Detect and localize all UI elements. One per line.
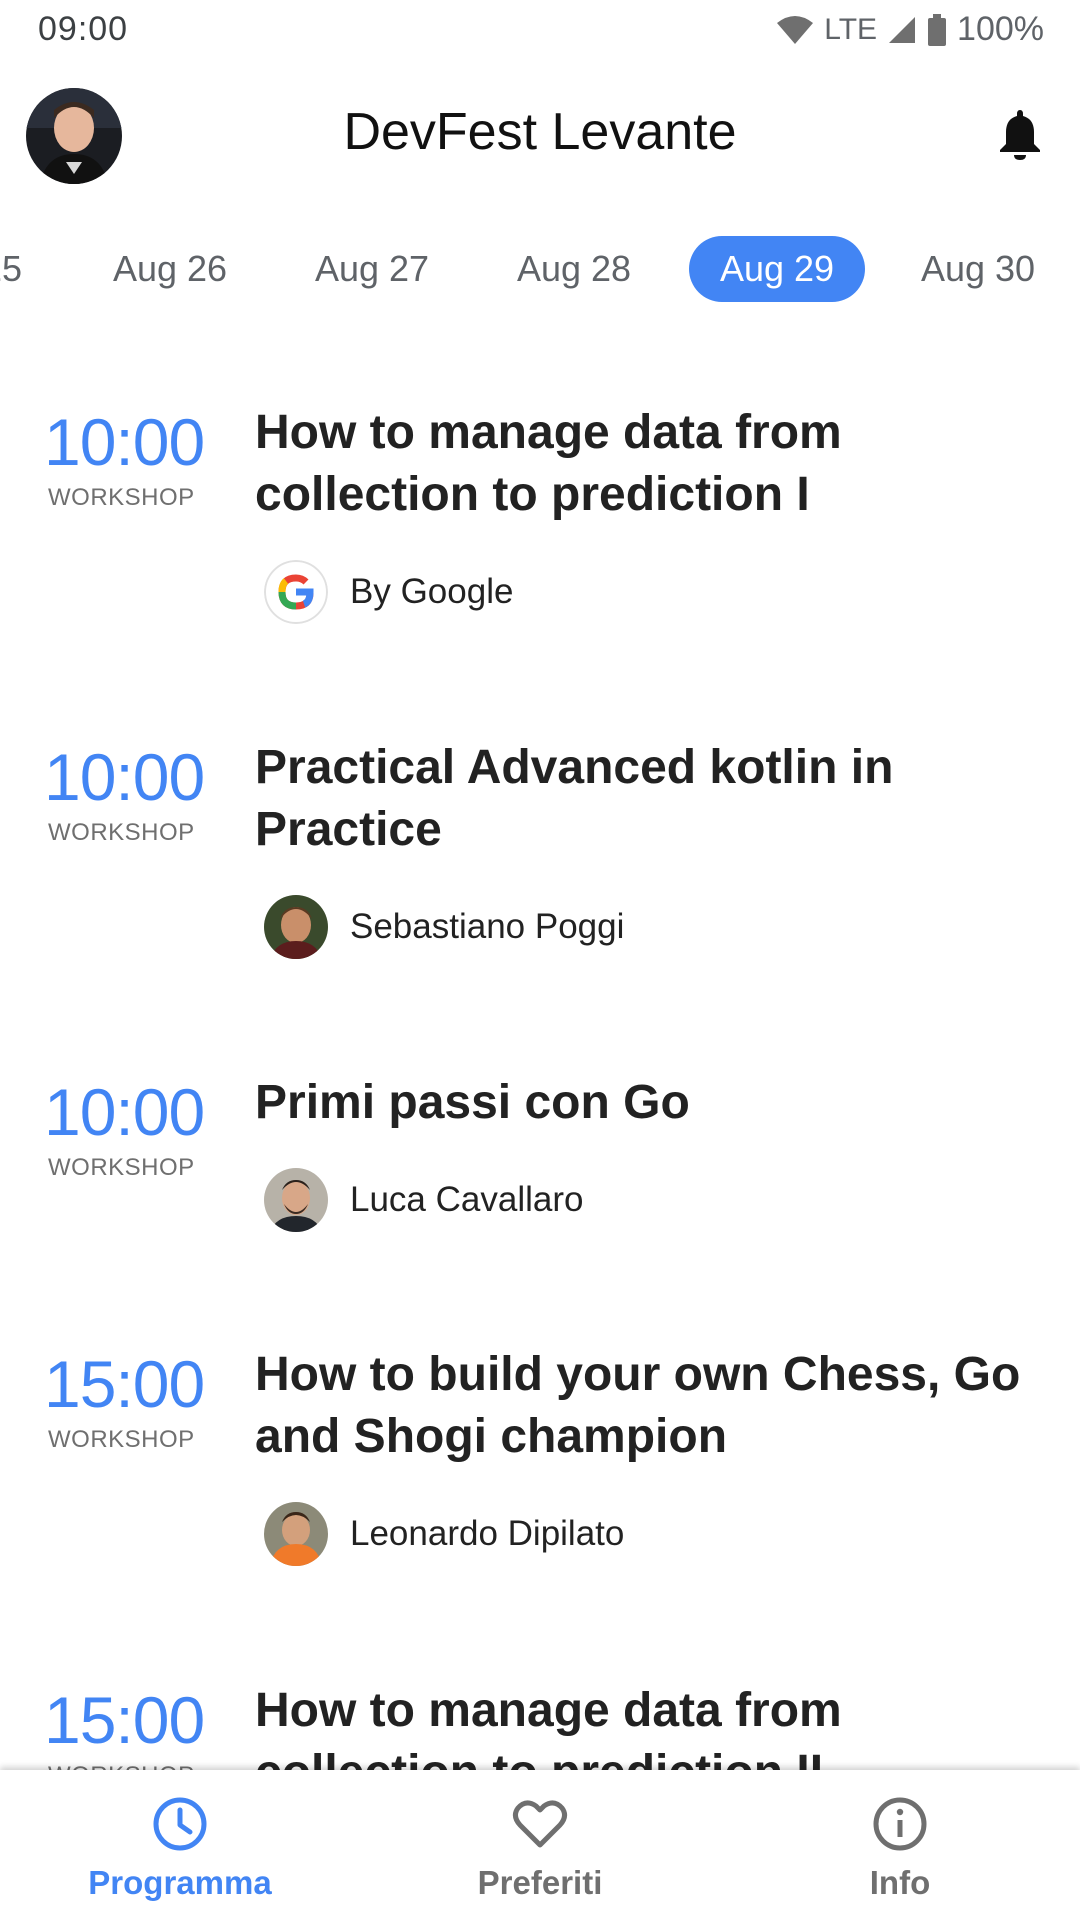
nav-preferiti[interactable]: Preferiti: [360, 1770, 720, 1920]
nav-info-label: Info: [869, 1864, 931, 1901]
session-list: 10:00 WORKSHOP How to manage data from c…: [0, 380, 1080, 1770]
speaker-name: Luca Cavallaro: [350, 1180, 584, 1219]
status-bar: 09:00 LTE 100%: [0, 0, 1080, 62]
speaker-avatar: [264, 895, 328, 959]
speaker-name: Leonardo Dipilato: [350, 1514, 625, 1553]
session-title: How to manage data from collection to pr…: [255, 1684, 842, 1770]
status-time: 09:00: [38, 10, 129, 48]
nav-preferiti-label: Preferiti: [477, 1864, 603, 1901]
wifi-icon: [777, 15, 814, 44]
session-type: WORKSHOP: [48, 819, 195, 846]
date-tab-aug-27[interactable]: Aug 27: [302, 236, 442, 302]
page-title: DevFest Levante: [343, 103, 737, 161]
cellular-signal-icon: [889, 16, 916, 43]
session-type: WORKSHOP: [48, 1154, 195, 1181]
session-title: Practical Advanced kotlin in Practice: [255, 741, 894, 856]
session-item[interactable]: 10:00 WORKSHOP How to manage data from c…: [0, 380, 1080, 710]
speaker-name: By Google: [350, 572, 514, 611]
session-time: 10:00: [44, 740, 205, 814]
session-time: 15:00: [44, 1683, 205, 1757]
speaker-avatar: [264, 1168, 328, 1232]
session-item[interactable]: 15:00 WORKSHOP How to build your own Che…: [0, 1322, 1080, 1652]
date-tab-aug-29[interactable]: Aug 29: [689, 236, 865, 302]
status-icons: LTE 100%: [776, 10, 1044, 49]
nav-programma[interactable]: Programma: [0, 1770, 360, 1920]
session-type: WORKSHOP: [48, 1426, 195, 1453]
session-title: Primi passi con Go: [255, 1076, 690, 1129]
session-speaker: Sebastiano Poggi: [264, 895, 624, 959]
session-item[interactable]: 10:00 WORKSHOP Practical Advanced kotlin…: [0, 715, 1080, 1045]
notifications-bell-icon[interactable]: [998, 108, 1042, 160]
app-header: DevFest Levante: [0, 62, 1080, 212]
date-tab-aug-30[interactable]: Aug 30: [908, 236, 1048, 302]
bottom-navigation: Programma Preferiti Info: [0, 1770, 1080, 1920]
session-time: 10:00: [44, 1075, 205, 1149]
session-speaker: Luca Cavallaro: [264, 1168, 583, 1232]
nav-info[interactable]: Info: [720, 1770, 1080, 1920]
date-tab-aug-25[interactable]: Aug 25: [0, 236, 30, 302]
date-tabs: Aug 25 Aug 26 Aug 27 Aug 28 Aug 29 Aug 3…: [0, 236, 1080, 308]
speaker-avatar: [264, 1502, 328, 1566]
date-tab-aug-28[interactable]: Aug 28: [504, 236, 644, 302]
session-type: WORKSHOP: [48, 1762, 195, 1770]
network-type: LTE: [824, 12, 878, 46]
speaker-name: Sebastiano Poggi: [350, 907, 625, 946]
battery-icon: [928, 13, 947, 46]
heart-icon: [512, 1800, 568, 1848]
date-tab-aug-26[interactable]: Aug 26: [100, 236, 240, 302]
session-item[interactable]: 15:00 WORKSHOP How to manage data from c…: [0, 1658, 1080, 1770]
session-title: How to build your own Chess, Go and Shog…: [255, 1348, 1021, 1463]
clock-icon: [153, 1797, 207, 1851]
session-time: 15:00: [44, 1347, 205, 1421]
battery-percent: 100%: [957, 10, 1044, 48]
nav-programma-label: Programma: [88, 1864, 272, 1901]
session-title: How to manage data from collection to pr…: [255, 406, 842, 521]
session-speaker: Leonardo Dipilato: [264, 1502, 624, 1566]
session-time: 10:00: [44, 405, 205, 479]
session-item[interactable]: 10:00 WORKSHOP Primi passi con Go Luca C…: [0, 1050, 1080, 1320]
google-logo-icon: [264, 560, 328, 624]
info-icon: [873, 1797, 927, 1851]
session-speaker: By Google: [264, 560, 513, 624]
session-type: WORKSHOP: [48, 484, 195, 511]
